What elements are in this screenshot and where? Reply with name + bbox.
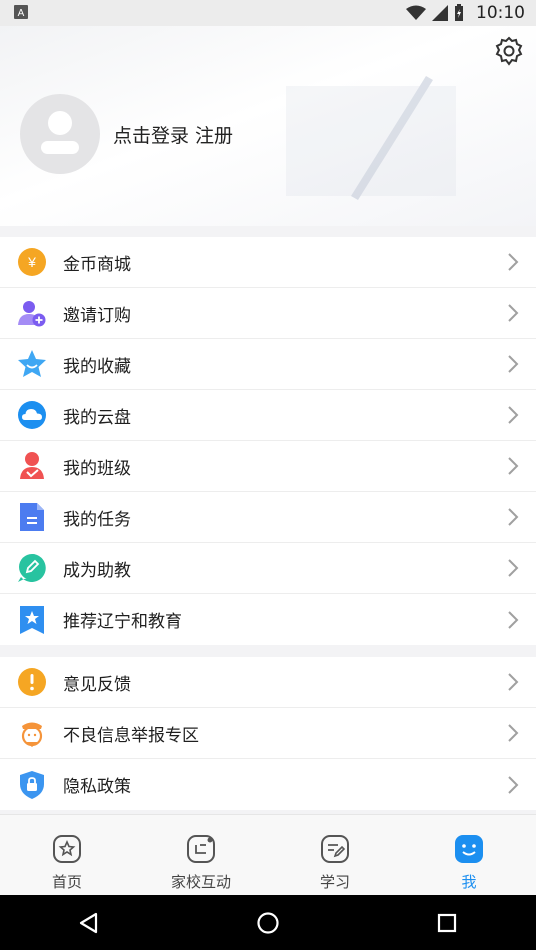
recents-square-icon[interactable]	[427, 903, 467, 943]
menu-group-main: ¥ 金币商城 邀请订购 我的收藏 我的云盘 我的班级 我的任务 成为助教 推荐辽…	[0, 237, 536, 645]
background-pen-decoration	[286, 76, 456, 200]
profile-header: 点击登录 注册	[0, 26, 536, 226]
settings-gear-icon[interactable]	[494, 36, 524, 66]
cell-signal-icon	[432, 5, 448, 21]
me-smile-icon	[455, 835, 483, 863]
avatar[interactable]	[20, 94, 100, 174]
tab-study[interactable]: 学习	[268, 815, 402, 896]
tab-me[interactable]: 我	[402, 815, 536, 896]
task-document-icon	[17, 502, 47, 532]
interaction-icon	[187, 835, 215, 863]
assistant-pen-icon	[17, 553, 47, 583]
menu-item-label: 邀请订购	[63, 305, 131, 326]
wifi-icon	[406, 5, 426, 20]
class-icon	[17, 451, 47, 481]
chevron-right-icon	[508, 775, 519, 794]
menu-item-become-assistant[interactable]: 成为助教	[0, 543, 536, 594]
menu-item-my-class[interactable]: 我的班级	[0, 441, 536, 492]
menu-item-privacy-policy[interactable]: 隐私政策	[0, 759, 536, 810]
menu-item-label: 意见反馈	[63, 674, 131, 695]
tab-home-school-interaction[interactable]: 家校互动	[134, 815, 268, 896]
chevron-right-icon	[508, 253, 519, 271]
chevron-right-icon	[508, 610, 519, 629]
study-pen-icon	[321, 835, 349, 863]
coin-icon: ¥	[17, 247, 47, 277]
chevron-right-icon	[508, 508, 519, 526]
svg-text:¥: ¥	[27, 254, 36, 270]
menu-item-cloud-drive[interactable]: 我的云盘	[0, 390, 536, 441]
menu-item-my-tasks[interactable]: 我的任务	[0, 492, 536, 543]
tab-label: 家校互动	[170, 873, 231, 891]
chevron-right-icon	[508, 559, 519, 577]
notification-icon: A	[14, 4, 28, 23]
menu-item-coin-mall[interactable]: ¥ 金币商城	[0, 237, 536, 288]
cloud-icon	[17, 400, 47, 430]
menu-item-label: 我的班级	[63, 458, 131, 479]
tab-home[interactable]: 首页	[0, 815, 134, 896]
menu-item-label: 推荐辽宁和教育	[63, 612, 182, 632]
menu-item-label: 成为助教	[63, 560, 131, 581]
home-star-icon	[53, 835, 81, 863]
menu-item-label: 隐私政策	[63, 777, 131, 797]
invite-user-icon	[17, 298, 47, 328]
chevron-right-icon	[508, 673, 519, 691]
system-navigation-bar	[0, 895, 536, 950]
privacy-lock-icon	[17, 770, 47, 800]
feedback-exclamation-icon	[17, 667, 47, 697]
menu-group-misc: 意见反馈 不良信息举报专区 隐私政策	[0, 657, 536, 810]
chevron-right-icon	[508, 724, 519, 742]
tab-label: 我	[461, 873, 477, 891]
menu-item-label: 我的云盘	[63, 407, 131, 428]
chevron-right-icon	[508, 457, 519, 475]
status-bar: A 10:10	[0, 0, 536, 26]
notification-badge: A	[18, 8, 25, 19]
battery-icon	[455, 4, 463, 21]
menu-item-invite-order[interactable]: 邀请订购	[0, 288, 536, 339]
back-icon[interactable]	[69, 903, 109, 943]
menu-item-favorites[interactable]: 我的收藏	[0, 339, 536, 390]
menu-item-recommend[interactable]: 推荐辽宁和教育	[0, 594, 536, 645]
login-register-link[interactable]: 点击登录 注册	[113, 121, 233, 148]
tab-label: 学习	[319, 873, 350, 891]
recommend-bookmark-icon	[17, 605, 47, 635]
menu-item-label: 我的收藏	[63, 356, 131, 377]
chevron-right-icon	[508, 406, 519, 424]
police-report-icon	[17, 718, 47, 748]
menu-item-label: 我的任务	[63, 509, 131, 530]
chevron-right-icon	[508, 304, 519, 322]
home-circle-icon[interactable]	[248, 903, 288, 943]
clock: 10:10	[476, 3, 525, 23]
tab-label: 首页	[51, 873, 82, 891]
menu-item-report-harmful-info[interactable]: 不良信息举报专区	[0, 708, 536, 759]
menu-item-label: 不良信息举报专区	[63, 725, 199, 746]
menu-item-feedback[interactable]: 意见反馈	[0, 657, 536, 708]
chevron-right-icon	[508, 355, 519, 373]
menu-item-label: 金币商城	[63, 254, 131, 275]
bottom-tab-bar: 首页 家校互动 学习 我	[0, 814, 536, 896]
star-icon	[17, 349, 47, 379]
